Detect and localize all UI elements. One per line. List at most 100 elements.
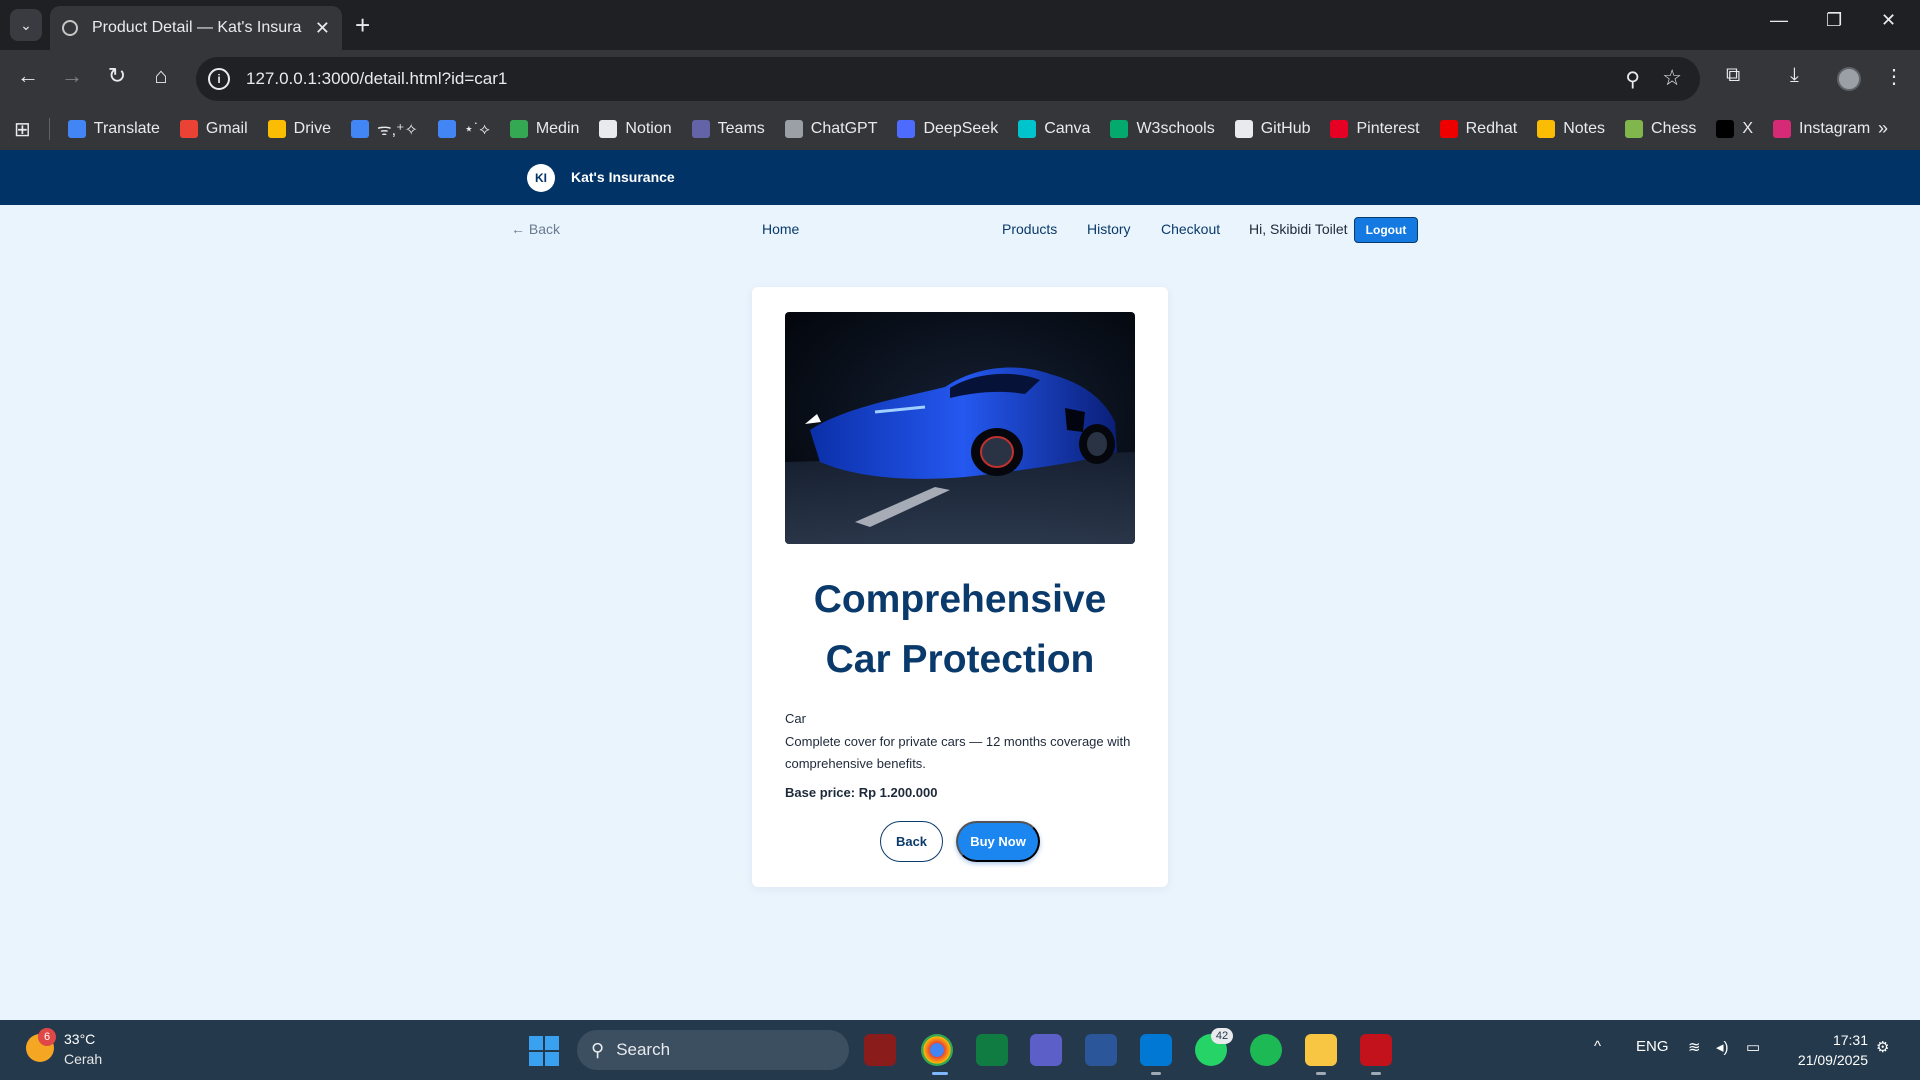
bookmarks-bar: ⊞ Translate Gmail Drive ᯤ,⁺✧ ⋆˙⟡ Medin Notion T… <box>0 108 1920 150</box>
bookmark-favicon-icon <box>1716 120 1735 138</box>
nav-checkout[interactable]: Checkout <box>1161 221 1220 237</box>
bookmark-favicon-icon <box>1018 120 1037 138</box>
url-text[interactable]: 127.0.0.1:3000/detail.html?id=car1 <box>246 69 507 89</box>
acrobat-icon[interactable] <box>1360 1034 1392 1066</box>
car-photo <box>785 312 1135 544</box>
weather-badge: 6 <box>38 1028 56 1046</box>
brand-name[interactable]: Kat's Insurance <box>571 169 675 185</box>
restore-button[interactable]: ❐ <box>1826 10 1842 31</box>
product-title: Comprehensive Car Protection <box>772 570 1148 690</box>
bookmark-label: Translate <box>93 120 160 137</box>
bookmark-item[interactable]: Pinterest <box>1330 120 1420 138</box>
close-window-button[interactable]: ✕ <box>1881 10 1896 31</box>
bookmark-item[interactable]: ChatGPT <box>784 120 878 138</box>
weather-temperature[interactable]: 33°C <box>64 1031 95 1047</box>
bookmark-item[interactable]: Translate <box>67 120 160 138</box>
buy-now-button[interactable]: Buy Now <box>956 821 1040 862</box>
profile-avatar[interactable] <box>1837 67 1861 91</box>
chevron-up-icon[interactable]: ^ <box>1594 1038 1601 1055</box>
bookmark-label: Redhat <box>1465 120 1518 137</box>
product-title-line-2: Car Protection <box>825 638 1095 681</box>
bookmark-item[interactable]: Notion <box>599 120 672 138</box>
weather-condition[interactable]: Cerah <box>64 1051 102 1067</box>
bookmark-item[interactable]: DeepSeek <box>897 120 998 138</box>
bookmark-item[interactable]: Teams <box>691 120 765 138</box>
bookmark-item[interactable]: Notes <box>1537 120 1605 138</box>
address-bar[interactable]: i 127.0.0.1:3000/detail.html?id=car1 ⚲ ☆ <box>196 57 1700 101</box>
product-price: Base price: Rp 1.200.000 <box>785 785 938 800</box>
clock[interactable]: 17:31 21/09/2025 <box>1785 1030 1868 1070</box>
notification-icon[interactable]: ⚙ <box>1876 1038 1889 1056</box>
user-greeting: Hi, Skibidi Toilet <box>1249 221 1348 237</box>
bookmark-item[interactable]: Canva <box>1018 120 1090 138</box>
bookmark-item[interactable]: Gmail <box>179 120 248 138</box>
word-icon[interactable] <box>1085 1034 1117 1066</box>
bookmark-item[interactable]: Medin <box>509 120 579 138</box>
bookmark-label: Canva <box>1044 120 1091 137</box>
bookmark-item[interactable]: Chess <box>1625 120 1696 138</box>
file-explorer-icon[interactable] <box>1305 1034 1337 1066</box>
chrome-icon[interactable] <box>921 1034 953 1066</box>
bookmark-label: Teams <box>717 120 765 137</box>
logout-button[interactable]: Logout <box>1354 217 1418 243</box>
more-bookmarks-icon[interactable]: » <box>1878 118 1888 139</box>
nav-products[interactable]: Products <box>1002 221 1057 237</box>
bookmark-item[interactable]: W3schools <box>1110 120 1215 138</box>
excel-icon[interactable] <box>976 1034 1008 1066</box>
forward-arrow-icon[interactable]: → <box>56 63 88 89</box>
teams-icon[interactable] <box>1030 1034 1062 1066</box>
bookmark-label: ⋆˙⟡ <box>463 121 490 138</box>
close-tab-icon[interactable]: ✕ <box>315 18 330 39</box>
bookmark-favicon-icon <box>599 120 618 138</box>
bookmark-item[interactable]: ⋆˙⟡ <box>437 119 490 139</box>
battery-icon[interactable]: ▭ <box>1746 1038 1760 1056</box>
extensions-icon[interactable]: ⧉ <box>1726 64 1740 87</box>
site-nav: ← Back Home Products History Checkout Hi… <box>0 205 1920 255</box>
download-icon[interactable]: ⤓ <box>1790 64 1799 87</box>
bookmark-favicon-icon <box>897 120 916 138</box>
bookmark-item[interactable]: Instagram <box>1773 120 1870 138</box>
language-indicator[interactable]: ENG <box>1636 1038 1669 1055</box>
bookmark-item[interactable]: Redhat <box>1439 120 1518 138</box>
volume-icon[interactable]: ◂) <box>1716 1038 1729 1056</box>
search-icon: ⚲ <box>591 1039 605 1060</box>
nav-history[interactable]: History <box>1087 221 1131 237</box>
bookmark-favicon-icon <box>691 120 710 138</box>
app-icon-1[interactable] <box>864 1034 896 1066</box>
bookmark-label: Drive <box>293 120 331 137</box>
back-arrow-icon[interactable]: ← <box>12 63 44 89</box>
tab-search-button[interactable]: ⌄ <box>10 9 42 41</box>
taskbar-search[interactable]: ⚲ Search <box>577 1030 849 1070</box>
bookmark-item[interactable]: X <box>1716 120 1753 138</box>
file-explorer-indicator <box>1316 1072 1326 1075</box>
bookmark-item[interactable]: Drive <box>267 120 331 138</box>
bookmark-favicon-icon <box>784 120 803 138</box>
bookmark-favicon-icon <box>1110 120 1129 138</box>
bookmark-item[interactable]: ᯤ,⁺✧ <box>351 118 418 140</box>
bookmark-favicon-icon <box>351 120 369 138</box>
site-info-icon[interactable]: i <box>208 68 230 90</box>
home-icon[interactable]: ⌂ <box>145 63 177 89</box>
back-link[interactable]: ← Back <box>511 221 560 237</box>
start-button[interactable] <box>529 1036 559 1066</box>
zoom-icon[interactable]: ⚲ <box>1625 67 1640 92</box>
bookmark-label: ChatGPT <box>810 120 878 137</box>
reload-icon[interactable]: ↻ <box>101 63 133 89</box>
vscode-icon[interactable] <box>1140 1034 1172 1066</box>
menu-icon[interactable]: ⋮ <box>1884 64 1904 89</box>
back-button[interactable]: Back <box>880 821 943 862</box>
tab-product-detail[interactable]: Product Detail — Kat's Insuranc ✕ <box>50 6 342 50</box>
wifi-icon[interactable]: ≋ <box>1688 1038 1701 1056</box>
acrobat-indicator <box>1371 1072 1381 1075</box>
site-header: KI Kat's Insurance <box>0 150 1920 205</box>
minimize-button[interactable]: — <box>1770 10 1788 31</box>
nav-home[interactable]: Home <box>762 221 799 237</box>
spotify-icon[interactable] <box>1250 1034 1282 1066</box>
bookmark-item[interactable]: GitHub <box>1234 120 1311 138</box>
apps-grid-icon[interactable]: ⊞ <box>14 117 31 142</box>
bookmark-favicon-icon <box>1537 120 1556 138</box>
bookmark-label: GitHub <box>1260 120 1311 137</box>
logo[interactable]: KI <box>527 164 555 192</box>
bookmark-star-icon[interactable]: ☆ <box>1662 65 1682 91</box>
new-tab-button[interactable]: + <box>355 10 370 40</box>
